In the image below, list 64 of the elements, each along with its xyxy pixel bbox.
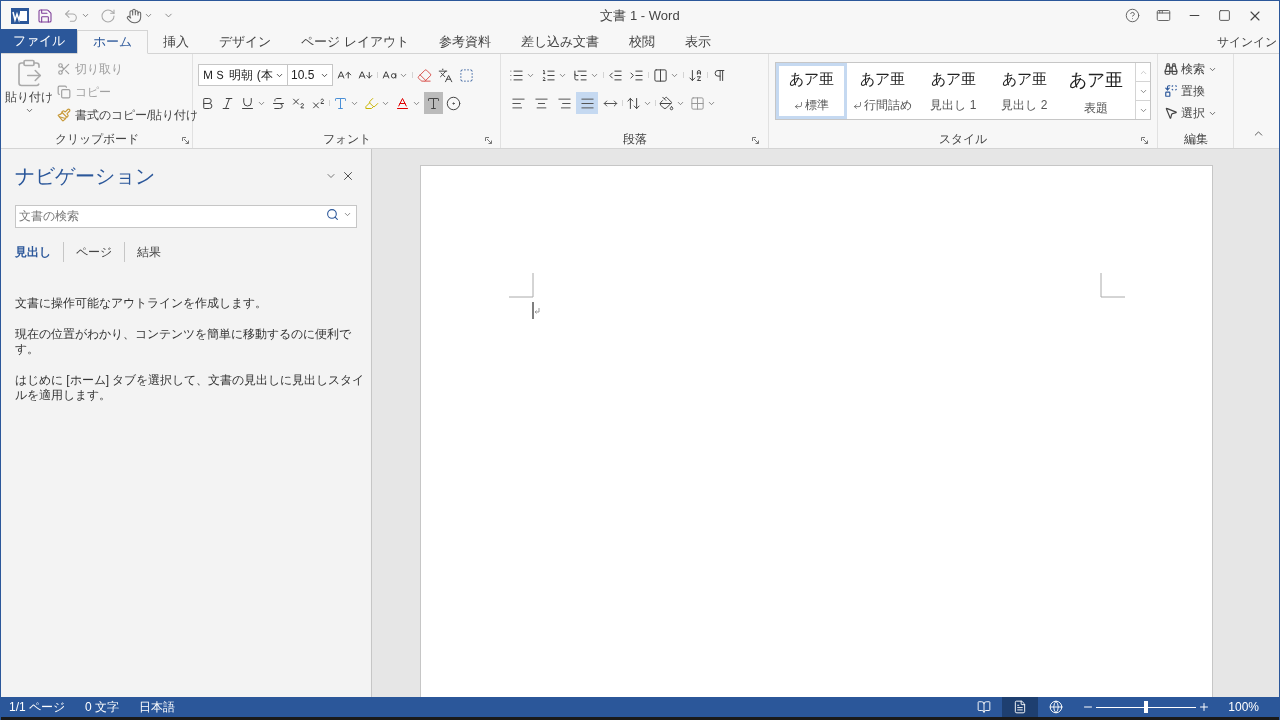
zoom-level[interactable]: 100% [1228,698,1259,716]
search-icon[interactable] [326,208,339,221]
text-cursor-icon [532,301,542,320]
replace-icon [1164,84,1178,98]
pane-tab[interactable]: 結果 [137,242,161,261]
sign-in-link[interactable]: サインイン [1217,32,1279,51]
window-title: 文書 1 - Word [600,6,680,25]
copy-icon [57,85,71,99]
caret-icon [24,106,34,115]
font-name-dropdown[interactable]: ＭＳ 明朝 (本 [198,64,288,86]
ribbon-tab[interactable]: 挿入 [148,30,204,54]
style-item[interactable]: あア亜 見出し 1 [918,63,989,119]
style-item[interactable]: あア亜 表題 [1060,63,1131,119]
group-label: 段落 [622,131,647,148]
crop-mark-icon [509,273,534,298]
style-item[interactable]: あア亜 行間詰め [847,63,918,119]
zoom-in-icon[interactable] [1198,701,1211,713]
scissors-icon [57,62,71,76]
character-shading-icon[interactable] [424,92,443,114]
format-painter-button[interactable]: 書式のコピー/貼り付け [57,104,199,126]
replace-button[interactable]: 置換 [1164,80,1227,102]
dialog-launcher-icon[interactable] [1141,137,1148,144]
caret-icon[interactable] [343,210,352,219]
dialog-launcher-icon[interactable] [752,137,759,144]
ribbon-tab[interactable]: デザイン [204,30,286,54]
pane-tab[interactable]: 見出し [15,242,51,261]
dialog-launcher-icon[interactable] [182,137,189,144]
justify-icon[interactable] [576,92,598,114]
find-button[interactable]: 検索 [1164,58,1227,80]
pointer-icon [1164,106,1178,120]
print-layout-icon[interactable] [1002,697,1039,717]
style-item[interactable]: あア亜 標準 [776,63,847,119]
ribbon-tab[interactable]: ページ レイアウト [286,30,424,54]
group-label: 編集 [1183,131,1208,148]
pane-tab[interactable]: ページ [76,242,112,261]
help-text: 文書に操作可能なアウトラインを作成します。 [15,295,268,311]
group-label: フォント [322,131,371,148]
ribbon-tab[interactable]: 参考資料 [423,30,506,54]
search-field[interactable]: 文書の検索 [15,204,357,228]
file-tab[interactable]: ファイル [1,29,77,53]
paste-button[interactable]: 貼り付け [5,58,53,126]
pane-title: ナビゲーション [15,164,155,189]
ribbon-tab[interactable]: 差し込み文書 [505,30,614,54]
page-count[interactable]: 1/1 ページ [9,698,65,716]
select-button[interactable]: 選択 [1164,102,1227,124]
ribbon-tab[interactable]: 表示 [669,30,726,54]
ribbon-tab[interactable]: ホーム [77,30,148,54]
ribbon-tab[interactable]: 校閲 [613,30,670,54]
dialog-launcher-icon[interactable] [485,137,492,144]
word-count[interactable]: 0 文字 [85,698,120,716]
binoculars-icon [1164,62,1178,76]
group-label: スタイル [939,131,987,148]
paintbrush-icon [57,108,71,122]
zoom-slider[interactable] [1096,701,1197,713]
help-text: はじめに [ホーム] タブを選択して、文書の見出しに見出しスタイルを適用します。 [15,372,365,403]
language-indicator[interactable]: 日本語 [139,698,176,716]
group-label: クリップボード [54,131,139,148]
crop-mark-icon [1100,273,1125,298]
help-text: 現在の位置がわかり、コンテンツを簡単に移動するのに便利です。 [15,326,352,357]
style-item[interactable]: あア亜 見出し 2 [989,63,1060,119]
font-size-dropdown[interactable]: 10.5 [287,64,333,86]
word-logo-icon[interactable] [11,6,29,25]
return-mark-icon [794,100,803,110]
return-mark-icon [853,100,862,110]
